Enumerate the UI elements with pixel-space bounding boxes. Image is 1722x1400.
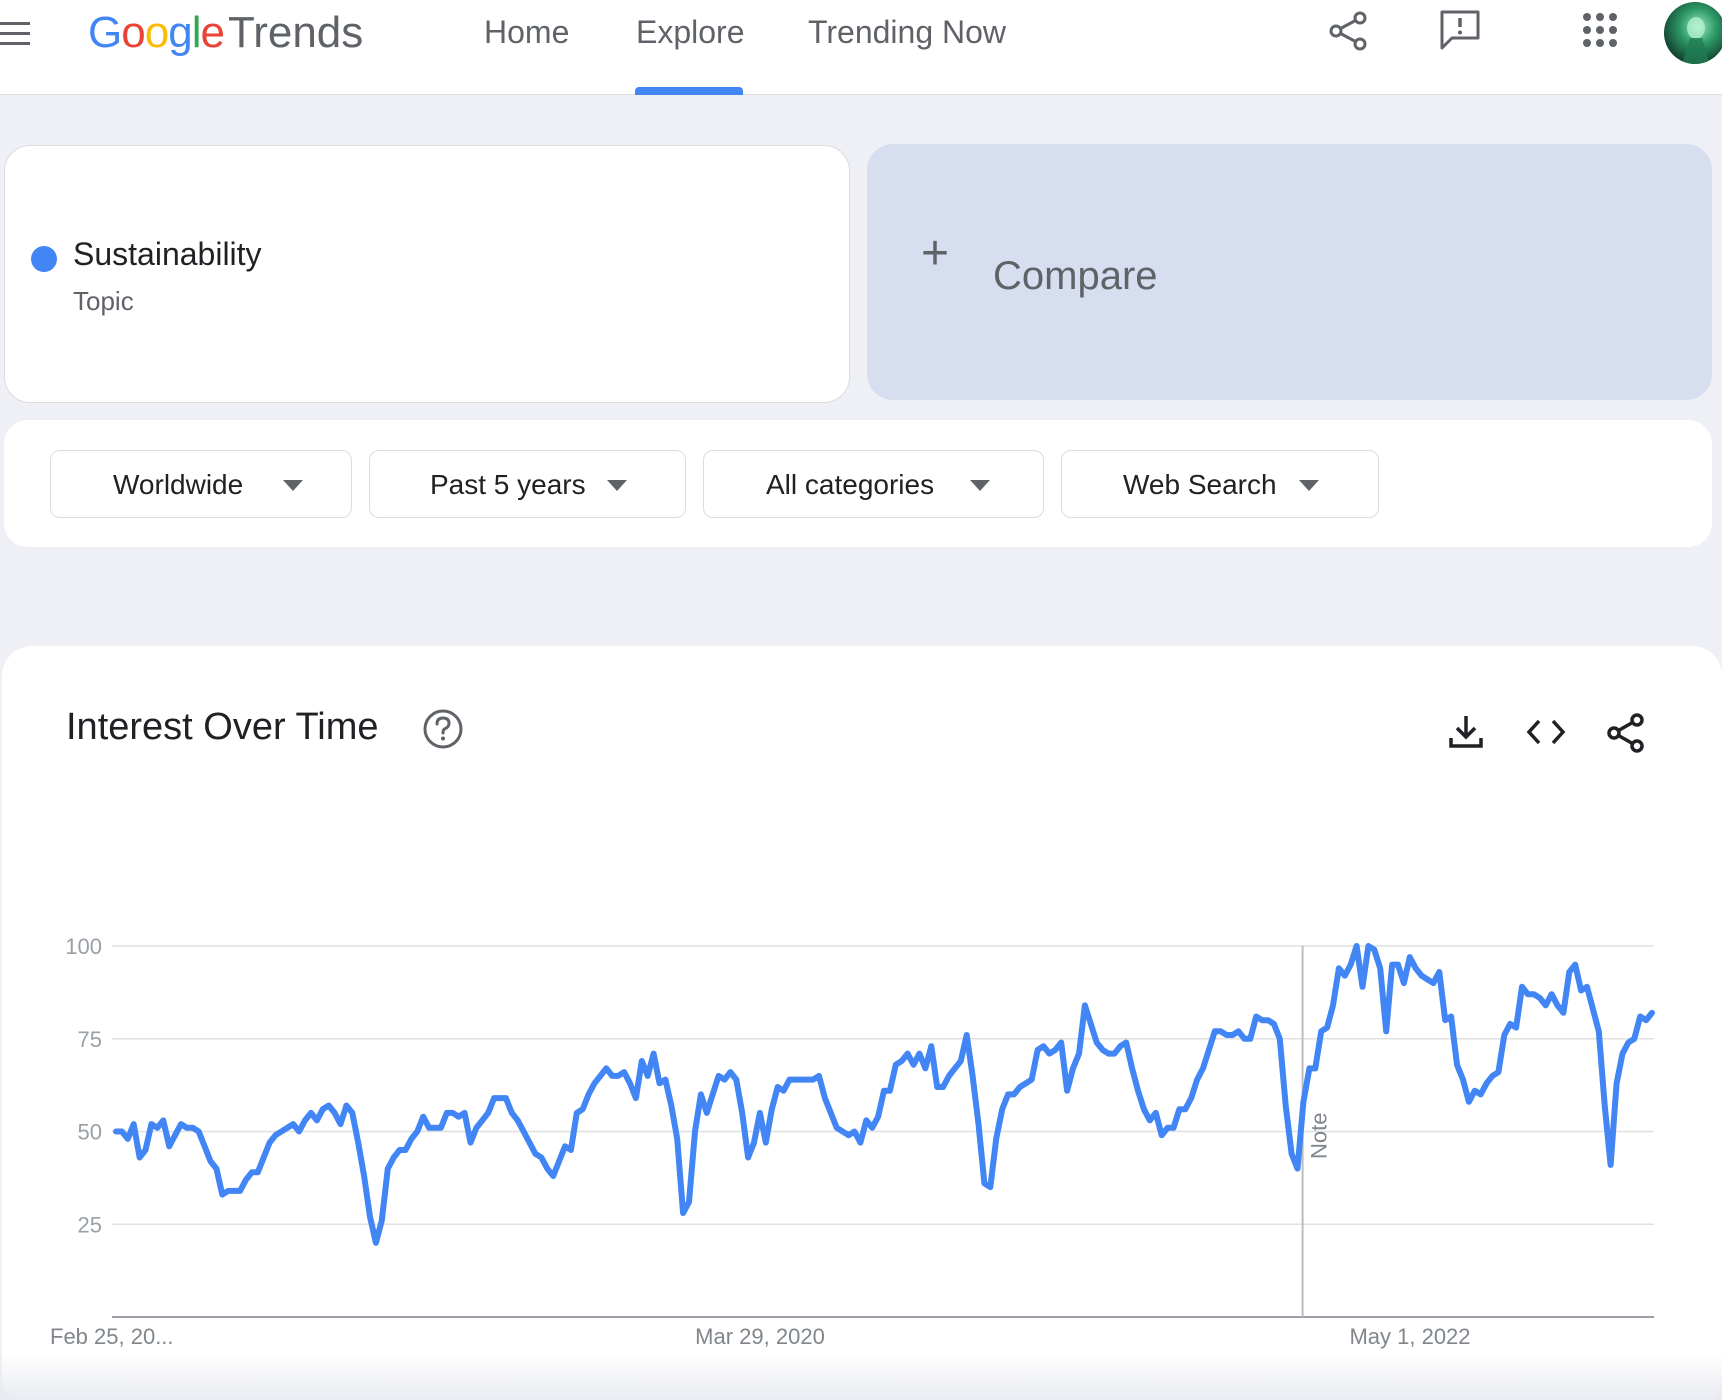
tab-home[interactable]: Home — [484, 14, 569, 51]
x-tick-label: May 1, 2022 — [1349, 1324, 1470, 1349]
apps-grid-icon[interactable] — [1582, 12, 1618, 48]
compare-button[interactable]: + Compare — [867, 144, 1712, 400]
region-dropdown[interactable]: Worldwide — [50, 450, 352, 518]
category-dropdown[interactable]: All categories — [703, 450, 1044, 518]
logo-letter: g — [168, 8, 193, 57]
tab-trending-now[interactable]: Trending Now — [808, 14, 1006, 51]
series-line-sustainability[interactable] — [113, 943, 1655, 1246]
chevron-down-icon — [283, 480, 303, 491]
y-tick-label: 100 — [65, 934, 102, 959]
logo-letter: o — [144, 8, 170, 57]
share-icon[interactable] — [1328, 10, 1370, 52]
series-color-dot — [31, 246, 57, 272]
tab-explore[interactable]: Explore — [636, 14, 745, 51]
chevron-down-icon — [970, 480, 990, 491]
filter-bar: Worldwide Past 5 years All categories We… — [4, 420, 1712, 547]
search-type-dropdown[interactable]: Web Search — [1061, 450, 1379, 518]
x-tick-label: Mar 29, 2020 — [695, 1324, 825, 1349]
feedback-icon[interactable] — [1438, 8, 1482, 52]
interest-over-time-card: Interest Over Time Note 100 75 50 25 Feb 25,… — [2, 646, 1722, 1400]
time-range-value: Past 5 years — [430, 469, 586, 500]
logo-product-name: Trends — [227, 8, 364, 57]
plus-icon: + — [921, 227, 950, 280]
active-tab-indicator — [635, 87, 743, 95]
search-type-value: Web Search — [1123, 469, 1277, 500]
bottom-fade — [0, 1352, 1722, 1400]
search-term-card[interactable]: Sustainability Topic — [4, 145, 850, 403]
y-tick-label: 75 — [78, 1027, 102, 1052]
avatar[interactable] — [1664, 2, 1722, 64]
search-term-name: Sustainability — [73, 236, 262, 272]
logo-letter: e — [200, 8, 225, 57]
top-app-bar: GoogleTrends Home Explore Trending Now — [0, 0, 1722, 95]
search-term-type: Topic — [73, 286, 134, 316]
menu-icon[interactable] — [0, 22, 30, 48]
compare-label: Compare — [993, 254, 1158, 298]
interest-line-chart: Note 100 75 50 25 Feb 25, 20... Mar 29, 2020 M… — [50, 934, 1655, 1349]
logo-letter: o — [121, 8, 146, 57]
note-label[interactable]: Note — [1307, 1113, 1332, 1159]
region-value: Worldwide — [113, 469, 244, 500]
time-range-dropdown[interactable]: Past 5 years — [369, 450, 686, 518]
chevron-down-icon — [1299, 480, 1319, 491]
category-value: All categories — [766, 469, 935, 500]
y-tick-label: 50 — [78, 1120, 102, 1145]
logo-letter: G — [88, 8, 122, 57]
x-tick-label: Feb 25, 20... — [50, 1324, 174, 1349]
google-trends-logo[interactable]: GoogleTrends — [88, 8, 363, 58]
y-tick-label: 25 — [78, 1212, 102, 1237]
chevron-down-icon — [607, 480, 627, 491]
